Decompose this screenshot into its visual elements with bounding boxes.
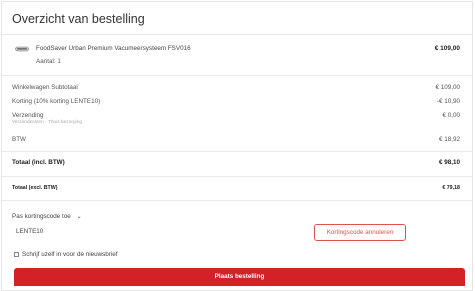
chevron-down-icon: ⌄ [76,214,82,220]
coupon-toggle[interactable]: Pas kortingscode toe ⌄ [12,213,82,220]
vat-label: BTW [12,136,26,143]
divider [2,34,472,35]
divider [2,200,472,201]
total-excl-value: € 79,18 [442,185,460,191]
cancel-coupon-button[interactable]: Kortingscode annuleren [314,224,406,241]
divider [2,151,472,152]
product-quantity: Aantal: 1 [36,58,61,65]
vat-value: € 18,92 [438,136,460,143]
place-order-button[interactable]: Plaats bestelling [14,268,465,286]
total-incl-value: € 98,10 [438,159,460,166]
divider [2,75,472,76]
order-summary-panel: Overzicht van bestelling FoodSaver Urban… [1,1,473,291]
shipping-sublabel: Verzendkosten - Thuis bezorging [12,120,83,125]
total-incl-label: Totaal (incl. BTW) [12,159,65,166]
shipping-label: Verzending [12,112,44,119]
vacuum-sealer-icon [15,46,29,52]
newsletter-checkbox[interactable]: Schrijf uzelf in voor de nieuwsbrief [14,251,118,258]
coupon-code: LENTE10 [16,228,44,235]
total-excl-label: Totaal (excl. BTW) [12,185,58,191]
discount-label: Korting (10% korting LENTE10) [12,98,101,105]
newsletter-label: Schrijf uzelf in voor de nieuwsbrief [22,251,118,258]
divider [2,176,472,177]
coupon-toggle-label: Pas kortingscode toe [12,213,71,220]
page-title: Overzicht van bestelling [12,12,145,26]
subtotal-label: Winkelwagen Subtotaal [12,84,78,91]
product-name: FoodSaver Urban Premium Vacumeersysteem … [36,45,191,52]
product-price: € 109,00 [434,45,460,52]
checkbox-icon[interactable] [14,252,19,257]
discount-value: -€ 10,90 [436,98,460,105]
shipping-value: € 0,00 [442,112,460,119]
subtotal-value: € 109,00 [435,84,460,91]
